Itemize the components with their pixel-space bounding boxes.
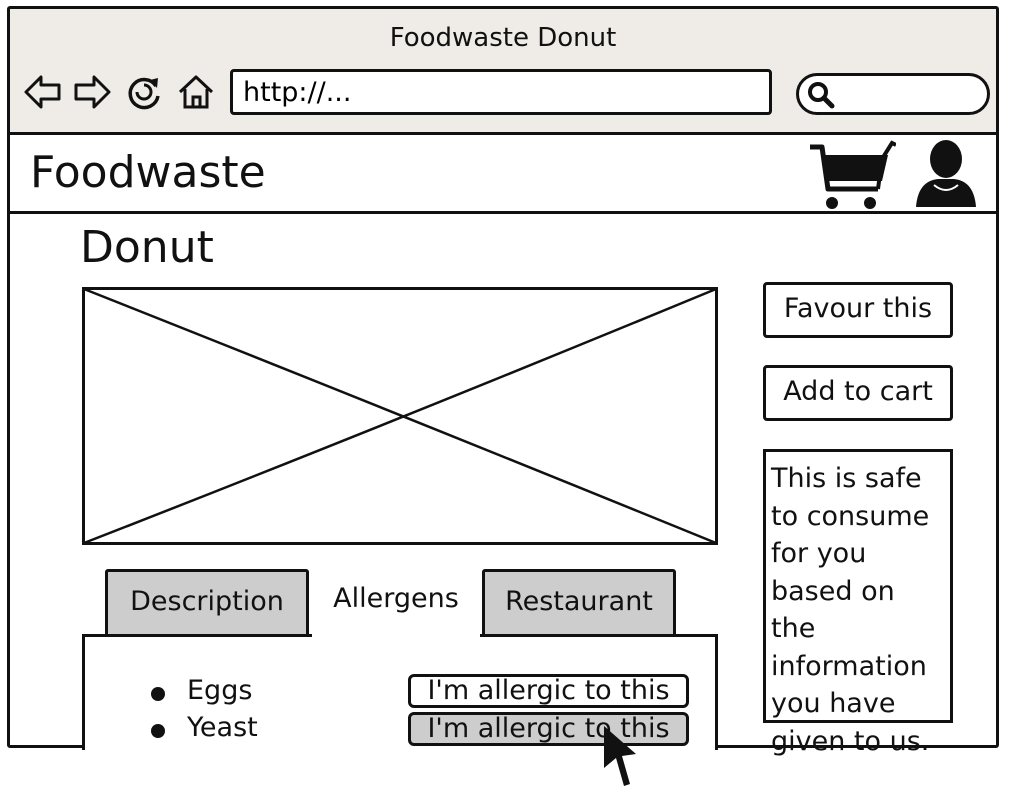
back-arrow-icon [24,75,61,109]
safety-notice-line: for you [771,538,867,569]
add-to-cart-button[interactable]: Add to cart [763,365,953,421]
back-button[interactable] [22,72,62,112]
home-icon [178,75,214,109]
search-icon [808,82,835,109]
reload-button[interactable] [124,72,164,112]
forward-arrow-icon [74,75,111,109]
safety-notice-line: you have [771,688,896,719]
shopping-cart-icon[interactable] [808,137,896,211]
bullet-icon [151,687,165,701]
allergic-button-eggs[interactable]: I'm allergic to this [408,674,689,708]
reload-icon [128,77,160,110]
mouse-cursor-icon [604,726,636,786]
product-title: Donut [80,222,214,273]
safety-notice-line: to consume [771,500,930,532]
allergen-yeast: Yeast [187,712,258,743]
safety-notice-line: based on the [771,575,895,645]
image-placeholder [82,287,718,545]
app-header: Foodwaste [10,135,996,214]
safety-notice-line: given to us. [771,725,930,757]
safety-notice-line: This is safe [771,463,922,494]
window-title: Foodwaste Donut [389,23,617,53]
address-bar[interactable] [230,69,772,115]
allergic-button-yeast[interactable]: I'm allergic to this [408,712,689,746]
home-button[interactable] [176,72,216,112]
tab-restaurant[interactable]: Restaurant [482,569,676,637]
brand-title: Foodwaste [30,147,266,198]
forward-button[interactable] [73,72,113,112]
search-field[interactable] [796,73,990,115]
safety-notice-line: information [771,650,927,682]
tab-allergens[interactable]: Allergens [312,569,480,637]
favour-button[interactable]: Favour this [763,282,953,338]
bullet-icon [151,724,165,738]
safety-notice: This is safe to consume for you based on… [763,449,953,757]
user-icon[interactable] [914,139,978,209]
allergen-eggs: Eggs [187,675,253,706]
tab-description[interactable]: Description [105,569,309,637]
